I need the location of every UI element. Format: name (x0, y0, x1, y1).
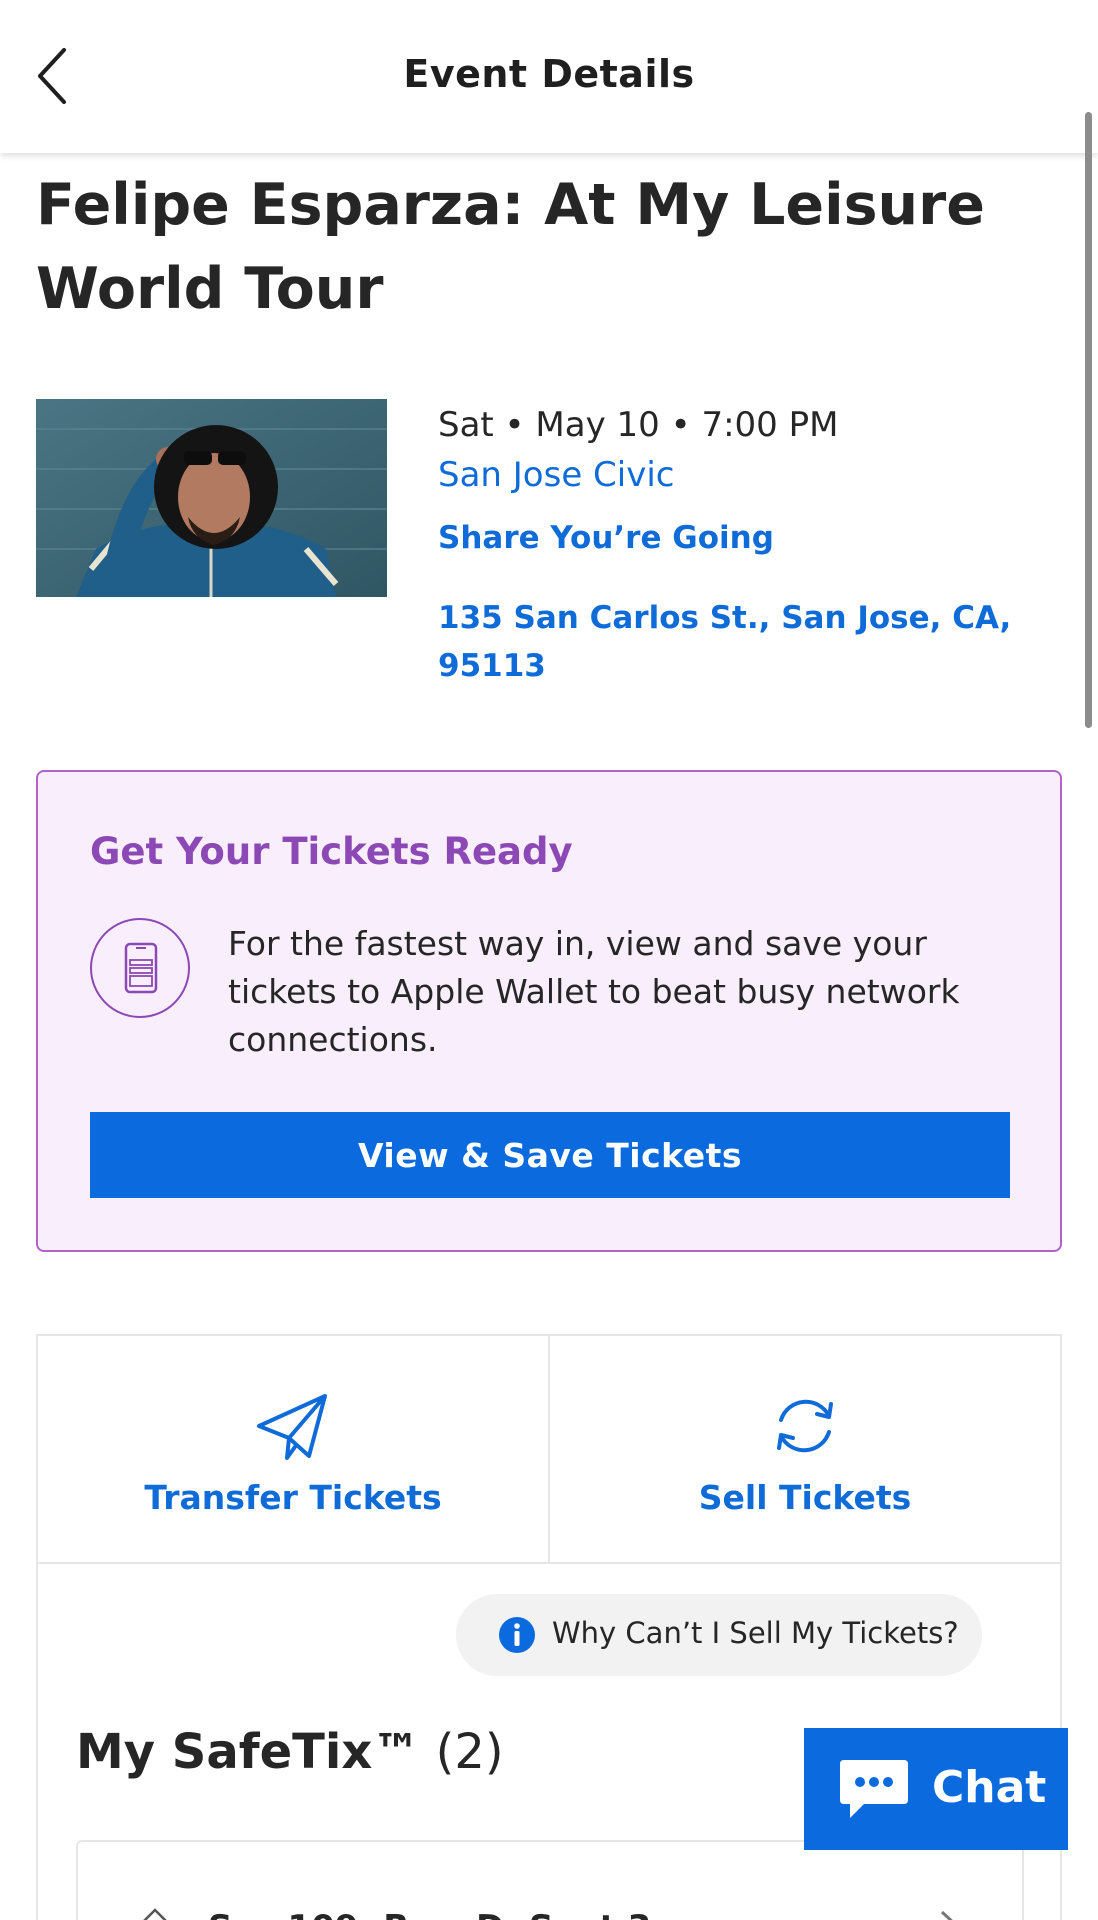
ticket-row[interactable]: Sec 109, Row D, Seat 3 (76, 1840, 1024, 1920)
event-date-time: Sat • May 10 • 7:00 PM (438, 405, 839, 445)
tickets-ready-card: Get Your Tickets Ready For the fastest w… (36, 770, 1062, 1252)
event-title: Felipe Esparza: At My Leisure World Tour (36, 172, 985, 322)
tickets-ready-title: Get Your Tickets Ready (90, 830, 573, 873)
safetix-count: (2) (435, 1724, 504, 1780)
top-nav-bar: Event Details (0, 0, 1098, 153)
page-title: Event Details (403, 52, 695, 96)
venue-link[interactable]: San Jose Civic (438, 450, 1058, 500)
tickets-ready-description: For the fastest way in, view and save yo… (228, 924, 960, 1059)
ticket-seat-label: Sec 109, Row D, Seat 3 (208, 1908, 651, 1920)
why-cant-sell-label: Why Can’t I Sell My Tickets? (552, 1616, 959, 1650)
why-cant-sell-button[interactable]: Why Can’t I Sell My Tickets? (456, 1594, 982, 1676)
phone-wallet-icon (90, 918, 190, 1018)
chat-button[interactable]: Chat (804, 1728, 1068, 1850)
sell-tickets-label: Sell Tickets (698, 1478, 912, 1517)
event-photo (36, 399, 387, 597)
scrollbar[interactable] (1085, 112, 1092, 728)
address-link[interactable]: 135 San Carlos St., San Jose, CA, 95113 (438, 594, 1058, 690)
ticket-icon (143, 1908, 167, 1920)
ticket-actions: Transfer Tickets Sell Tickets (36, 1334, 1062, 1564)
share-going-link[interactable]: Share You’re Going (438, 514, 1058, 562)
safetix-heading: My SafeTix™ (2) (76, 1724, 504, 1780)
view-save-tickets-button[interactable]: View & Save Tickets (90, 1112, 1010, 1198)
event-details: Sat • May 10 • 7:00 PM San Jose Civic Sh… (438, 400, 1058, 690)
safetix-title: My SafeTix™ (76, 1724, 421, 1780)
transfer-tickets-button[interactable]: Transfer Tickets (38, 1336, 548, 1562)
sell-tickets-button[interactable]: Sell Tickets (548, 1336, 1060, 1562)
transfer-tickets-label: Transfer Tickets (144, 1478, 442, 1517)
chevron-right-icon (940, 1910, 953, 1920)
chat-label: Chat (932, 1762, 1047, 1813)
info-icon (499, 1617, 535, 1653)
chat-bubble-icon (840, 1760, 908, 1818)
paper-plane-icon (257, 1394, 327, 1460)
refresh-cycle-icon (777, 1399, 833, 1453)
